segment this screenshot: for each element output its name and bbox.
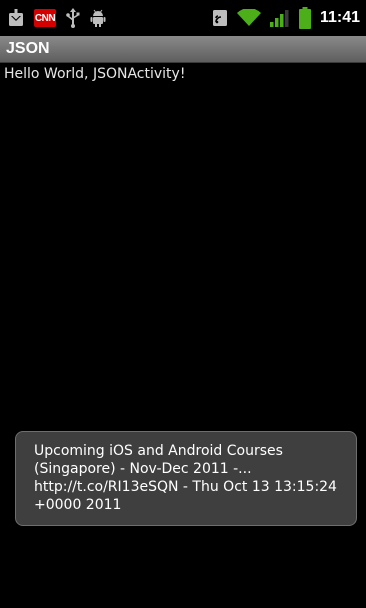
notification-icons: CNN <box>0 8 106 28</box>
wifi-icon <box>236 9 261 27</box>
download-icon <box>8 9 24 27</box>
app-title: JSON <box>6 40 50 57</box>
toast-message: Upcoming iOS and Android Courses (Singap… <box>34 443 337 513</box>
system-icons: 11:41 <box>212 7 366 29</box>
android-debug-icon <box>90 9 106 27</box>
data-sync-icon <box>212 9 228 27</box>
app-title-bar: JSON <box>0 36 366 63</box>
signal-icon <box>269 9 290 27</box>
battery-icon <box>298 7 311 29</box>
usb-icon <box>66 8 80 28</box>
activity-content: Hello World, JSONActivity! <box>0 63 366 608</box>
cnn-label: CNN <box>34 9 56 27</box>
status-clock: 11:41 <box>319 9 360 26</box>
status-bar[interactable]: CNN 11:41 <box>0 0 366 36</box>
hello-message: Hello World, JSONActivity! <box>4 66 186 82</box>
cnn-icon: CNN <box>34 9 56 27</box>
toast-notification: Upcoming iOS and Android Courses (Singap… <box>15 431 357 526</box>
